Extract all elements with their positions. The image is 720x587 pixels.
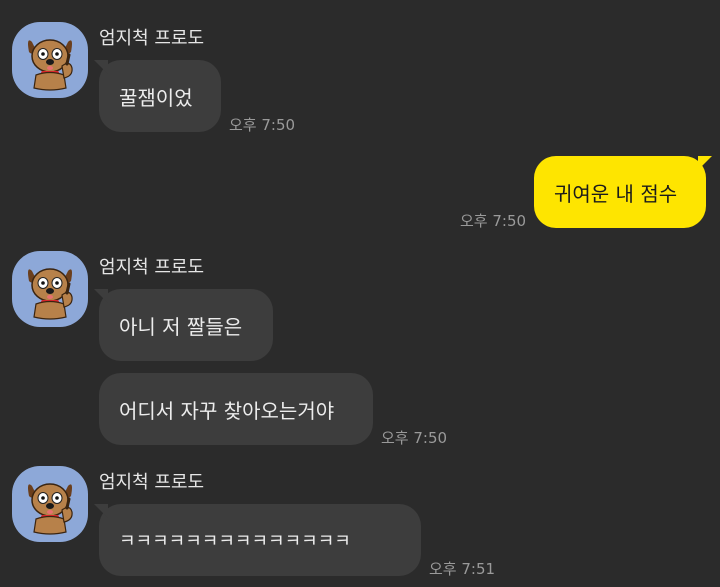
message-timestamp: 오후 7:50 bbox=[460, 212, 527, 230]
message-text: 꿀잼이었 bbox=[119, 85, 193, 110]
message-bubble[interactable]: 어디서 자꾸 찾아오는거야 bbox=[99, 373, 373, 445]
message-text: ㅋㅋㅋㅋㅋㅋㅋㅋㅋㅋㅋㅋㅋㅋ bbox=[119, 531, 351, 552]
message-timestamp: 오후 7:51 bbox=[429, 560, 496, 578]
sender-name: 엄지척 프로도 bbox=[99, 28, 205, 49]
sender-name: 엄지척 프로도 bbox=[99, 257, 205, 278]
dog-character-icon bbox=[28, 39, 73, 91]
my-message-bubble[interactable]: 귀여운 내 점수 bbox=[534, 156, 712, 228]
message-bubble[interactable]: ㅋㅋㅋㅋㅋㅋㅋㅋㅋㅋㅋㅋㅋㅋ bbox=[94, 504, 421, 576]
message-text: 귀여운 내 점수 bbox=[554, 181, 678, 206]
message-text: 아니 저 짤들은 bbox=[119, 314, 243, 339]
message-timestamp: 오후 7:50 bbox=[229, 116, 296, 134]
sender-avatar[interactable] bbox=[12, 22, 88, 98]
message-bubble[interactable]: 아니 저 짤들은 bbox=[94, 289, 273, 361]
sender-name: 엄지척 프로도 bbox=[99, 472, 205, 493]
dog-character-icon bbox=[28, 268, 73, 320]
message-text: 어디서 자꾸 찾아오는거야 bbox=[119, 398, 335, 423]
message-timestamp: 오후 7:50 bbox=[381, 429, 448, 447]
dog-character-icon bbox=[28, 483, 73, 535]
sender-avatar[interactable] bbox=[12, 251, 88, 327]
message-bubble[interactable]: 꿀잼이었 bbox=[94, 60, 221, 132]
sender-avatar[interactable] bbox=[12, 466, 88, 542]
